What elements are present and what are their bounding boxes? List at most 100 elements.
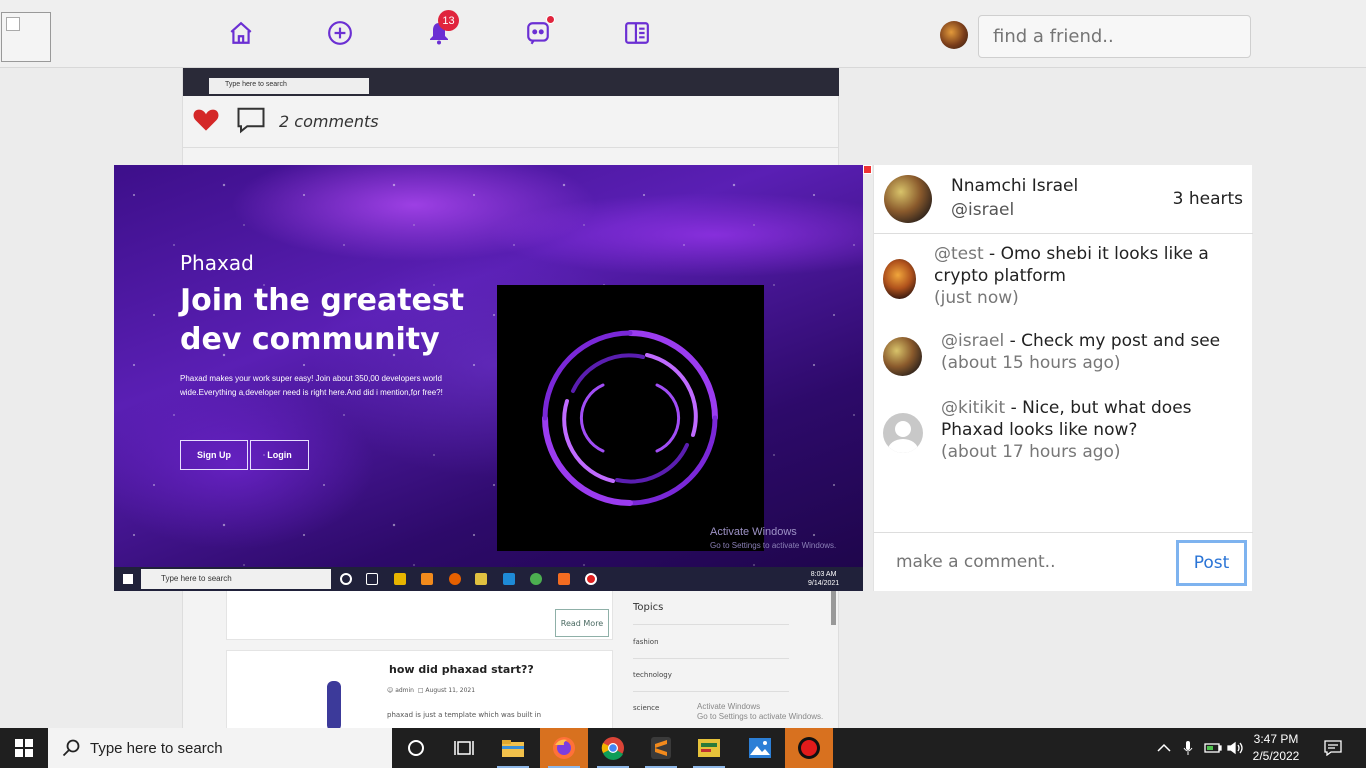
- file-explorer-icon[interactable]: [489, 728, 537, 768]
- comments-count-link[interactable]: 2 comments: [279, 112, 379, 131]
- taskbar-search-box[interactable]: Type here to search: [48, 728, 392, 768]
- task-view-icon[interactable]: [440, 728, 488, 768]
- notifications-bell-icon[interactable]: 13: [424, 10, 459, 48]
- comment-panel: Nnamchi Israel @israel 3 hearts @test - …: [873, 165, 1253, 591]
- blog-post-title[interactable]: how did phaxad start??: [389, 663, 534, 676]
- comment-time: (about 17 hours ago): [941, 442, 1121, 462]
- post-comment-button[interactable]: Post: [1176, 540, 1247, 586]
- notification-count-badge: 13: [438, 10, 459, 31]
- windows-taskbar: Type here to search 3:47 PM 2/5/2022: [0, 728, 1366, 768]
- home-icon[interactable]: [226, 18, 256, 48]
- hero-description: Phaxad makes your work super easy! Join …: [180, 374, 443, 397]
- firefox-icon[interactable]: [540, 728, 588, 768]
- activate-windows-watermark: Activate Windows Go to Settings to activ…: [697, 702, 823, 722]
- clock-time: 3:47 PM: [1253, 732, 1299, 746]
- photos-icon: [503, 573, 515, 585]
- sublime-icon: [421, 573, 433, 585]
- cortana-icon: [340, 573, 352, 585]
- post-image-strip: Type here to search: [183, 68, 839, 96]
- screenshot-search-text: Type here to search: [209, 78, 369, 94]
- activate-subtitle: Go to Settings to activate Windows.: [710, 541, 837, 550]
- hero-brand: Phaxad: [180, 251, 254, 275]
- activate-windows-watermark: Activate Windows Go to Settings to activ…: [710, 525, 836, 553]
- comment-time: (just now): [934, 288, 1019, 308]
- divider: [633, 691, 789, 692]
- comment-handle[interactable]: @kitikit: [941, 398, 1005, 418]
- post-author: admin: [395, 687, 414, 694]
- comment-input[interactable]: [884, 541, 1174, 583]
- firefox-icon: [449, 573, 461, 585]
- blog-post-excerpt: phaxad is just a template which was buil…: [387, 711, 542, 719]
- author-avatar[interactable]: [884, 175, 932, 223]
- microphone-icon[interactable]: [1180, 728, 1196, 768]
- taskbar-clock[interactable]: 3:47 PM 2/5/2022: [1244, 731, 1308, 765]
- broken-logo-image[interactable]: [1, 12, 51, 62]
- xampp-icon: [558, 573, 570, 585]
- screenshot-search-text: Type here to search: [141, 569, 331, 589]
- post-date: August 11, 2021: [425, 687, 476, 694]
- divider: [633, 658, 789, 659]
- top-navbar: 13: [0, 0, 1366, 68]
- clock-date: 2/5/2022: [1252, 749, 1300, 763]
- messages-icon[interactable]: [523, 15, 555, 48]
- photos-icon[interactable]: [736, 728, 784, 768]
- divider: [633, 624, 789, 625]
- scrollbar-thumb[interactable]: [831, 590, 836, 625]
- chevron-up-icon[interactable]: [1156, 728, 1172, 768]
- user-avatar[interactable]: [940, 21, 968, 49]
- commenter-avatar[interactable]: [883, 259, 916, 299]
- windows-start-icon[interactable]: [0, 728, 48, 768]
- author-name[interactable]: Nnamchi Israel: [951, 176, 1078, 196]
- clock-time: 8:03 AM: [810, 571, 837, 578]
- task-view-icon: [366, 573, 378, 585]
- hearts-count: 3 hearts: [1172, 189, 1243, 209]
- comment-text: - Check my post and see: [1004, 331, 1221, 351]
- post-actions: 2 comments: [183, 96, 839, 148]
- cortana-icon[interactable]: [392, 728, 440, 768]
- screenshot-taskbar: Type here to search 8:03 AM 9/14/2021: [114, 567, 863, 591]
- illustration-image: [327, 681, 341, 731]
- add-post-icon[interactable]: [325, 18, 355, 48]
- read-more-button[interactable]: Read More: [555, 609, 609, 637]
- comment-handle[interactable]: @israel: [941, 331, 1004, 351]
- new-message-dot: [546, 15, 555, 24]
- chrome-icon[interactable]: [589, 728, 637, 768]
- app-shortcut-icon[interactable]: [685, 728, 733, 768]
- topic-link[interactable]: technology: [633, 671, 672, 679]
- signup-button: Sign Up: [180, 440, 248, 470]
- taskbar-search-text: Type here to search: [90, 739, 223, 757]
- comment-icon[interactable]: [236, 106, 266, 134]
- topics-heading: Topics: [633, 602, 664, 613]
- chrome-icon: [530, 573, 542, 585]
- comment-time: (about 15 hours ago): [941, 353, 1121, 373]
- screen-recorder-icon[interactable]: [785, 728, 833, 768]
- activate-title: Activate Windows: [710, 526, 797, 538]
- topic-link[interactable]: fashion: [633, 638, 659, 646]
- app-icon: [475, 573, 487, 585]
- default-avatar-icon[interactable]: [883, 413, 923, 453]
- notifications-icon[interactable]: [1322, 728, 1344, 768]
- blog-card: Read More: [226, 588, 613, 640]
- battery-icon[interactable]: [1203, 728, 1223, 768]
- activate-title: Activate Windows: [697, 702, 761, 711]
- commenter-avatar[interactable]: [883, 337, 922, 376]
- spiral-graphic: [497, 285, 764, 551]
- sublime-text-icon[interactable]: [637, 728, 685, 768]
- broken-image-icon: [6, 17, 20, 31]
- author-handle[interactable]: @israel: [951, 200, 1014, 220]
- feed-layout-icon[interactable]: [622, 18, 652, 48]
- windows-start-icon: [123, 574, 133, 584]
- heart-icon[interactable]: [192, 106, 220, 132]
- hero-headline: Join the greatest dev community: [180, 283, 465, 357]
- blog-post-meta: ☺ admin □ August 11, 2021: [387, 687, 475, 694]
- topic-link[interactable]: science: [633, 704, 659, 712]
- find-friend-input[interactable]: [978, 15, 1251, 58]
- calendar-icon: □: [417, 687, 424, 694]
- close-icon[interactable]: [863, 165, 872, 174]
- recorder-icon: [585, 573, 597, 585]
- comment-handle[interactable]: @test: [934, 244, 984, 264]
- search-icon: [62, 739, 80, 757]
- volume-icon[interactable]: [1226, 728, 1246, 768]
- clock-date: 9/14/2021: [808, 580, 840, 587]
- activate-subtitle: Go to Settings to activate Windows.: [697, 712, 824, 721]
